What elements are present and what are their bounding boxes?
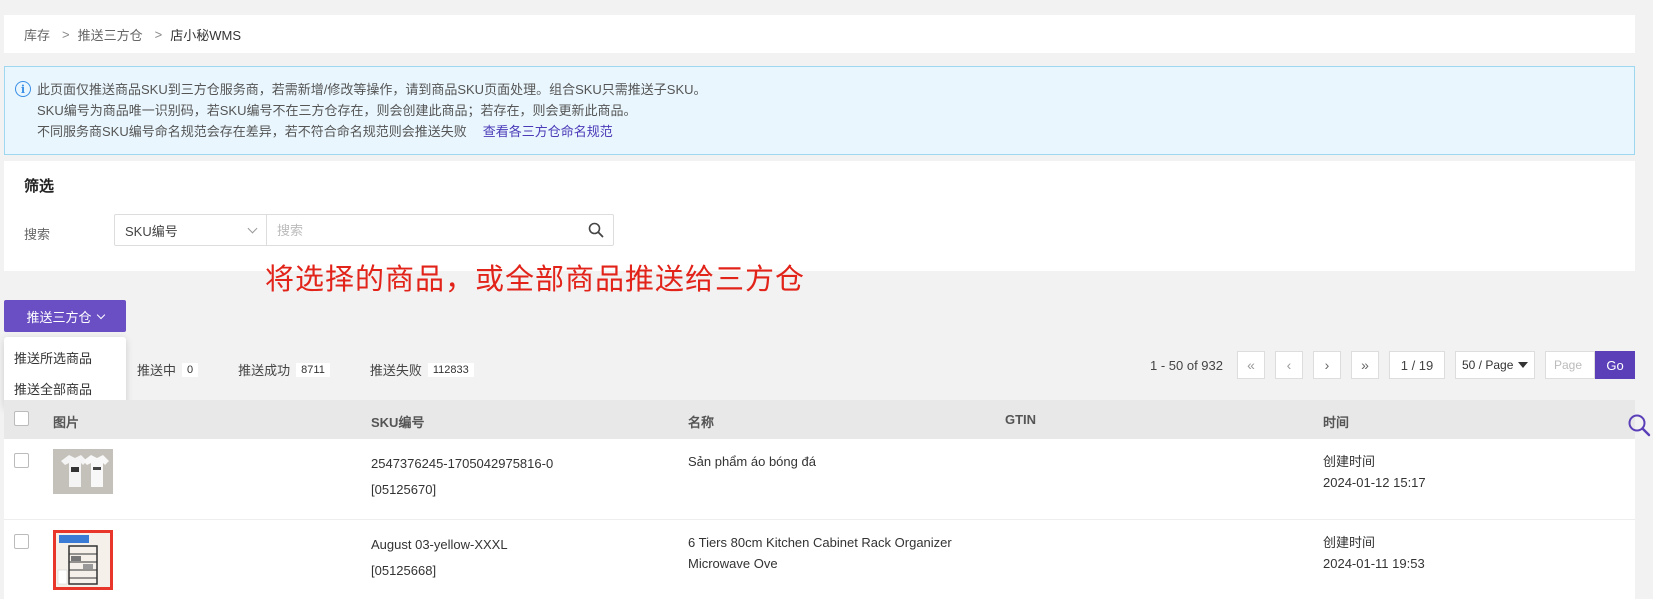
next-page-button[interactable]: › [1313,351,1341,379]
count-badge: 8711 [296,362,330,377]
chevron-left-icon: ‹ [1286,357,1292,373]
product-name: Sản phẩm áo bóng đá [688,454,816,469]
push-button-label: 推送三方仓 [26,309,92,325]
name-cell: 6 Tiers 80cm Kitchen Cabinet Rack Organi… [688,532,988,574]
tab-pushing[interactable]: 推送中 0 [137,360,199,379]
tab-label: 推送失败 [369,363,422,378]
product-name-cont: Microwave Ove [688,556,778,571]
sku-id: [05125668] [371,563,437,578]
tab-label: 推送成功 [238,363,291,378]
time-value: 2024-01-12 15:17 [1323,475,1426,490]
sku-cell: August 03-yellow-XXXL [05125668] [371,532,508,584]
breadcrumb-current: 店小秘WMS [170,27,241,43]
product-name: 6 Tiers 80cm Kitchen Cabinet Rack Organi… [688,535,952,550]
double-chevron-right-icon: » [1361,357,1369,373]
product-thumbnail[interactable] [53,530,113,590]
product-thumbnail[interactable] [53,449,113,494]
tab-label: 推送中 [137,363,177,378]
table-row: 2547376245-1705042975816-0 [05125670] Sả… [4,439,1635,520]
header-image: 图片 [53,415,80,430]
chevron-down-icon [96,310,105,319]
notice-line-3: 不同服务商SKU编号命名规范会存在差异，若不符合命名规范则会推送失败 查看各三方仓… [37,121,1634,142]
filter-panel: 筛选 搜索 SKU编号 [4,161,1635,271]
count-badge: 112833 [427,362,474,377]
header-time: 时间 [1323,415,1350,430]
row-checkbox[interactable] [14,453,29,468]
info-notice: i 此页面仅推送商品SKU到三方仓服务商，若需新增/修改等操作，请到商品SKU页… [4,66,1635,155]
info-icon: i [15,81,31,97]
notice-line-1: 此页面仅推送商品SKU到三方仓服务商，若需新增/修改等操作，请到商品SKU页面处… [37,82,707,97]
sku-table: 图片 SKU编号 名称 GTIN 时间 2547376245-170504297… [4,400,1635,599]
page-range: 1 - 50 of 932 [1150,357,1223,373]
select-all-checkbox[interactable] [14,411,29,426]
first-page-button[interactable]: « [1237,351,1265,379]
breadcrumb: 库存 > 推送三方仓 > 店小秘WMS [4,15,1635,53]
current-page: 1 / 19 [1389,351,1445,379]
naming-rules-link[interactable]: 查看各三方仓命名规范 [483,124,613,139]
sku-code: August 03-yellow-XXXL [371,537,508,552]
double-chevron-left-icon: « [1247,357,1255,373]
table-header: 图片 SKU编号 名称 GTIN 时间 [4,400,1635,439]
prev-page-button[interactable]: ‹ [1275,351,1303,379]
table-row: August 03-yellow-XXXL [05125668] 6 Tiers… [4,520,1635,599]
last-page-button[interactable]: » [1351,351,1379,379]
search-icon[interactable] [1627,413,1651,440]
tab-push-success[interactable]: 推送成功 8711 [238,360,330,379]
breadcrumb-separator: > [154,26,163,42]
search-label: 搜索 [24,227,51,242]
filter-title: 筛选 [24,178,55,195]
search-type-select[interactable]: SKU编号 [115,215,267,245]
chevron-right-icon: › [1324,357,1330,373]
count-badge: 0 [182,362,199,377]
time-label: 创建时间 [1323,535,1376,550]
search-type-value: SKU编号 [125,223,178,239]
search-input[interactable] [267,215,579,245]
caret-down-icon [1518,362,1528,368]
go-button[interactable]: Go [1595,351,1635,379]
notice-line-3-text: 不同服务商SKU编号命名规范会存在差异，若不符合命名规范则会推送失败 [37,124,467,139]
header-name: 名称 [688,415,715,430]
menu-item-push-selected[interactable]: 推送所选商品 [4,343,126,374]
breadcrumb-item-push[interactable]: 推送三方仓 [78,25,143,44]
search-group: SKU编号 [114,214,614,246]
sku-code: 2547376245-1705042975816-0 [371,456,554,471]
header-gtin: GTIN [1005,412,1037,427]
notice-line-2: SKU编号为商品唯一识别码，若SKU编号不在三方仓存在，则会创建此商品；若存在，… [37,103,637,118]
annotation-text: 将选择的商品，或全部商品推送给三方仓 [265,262,806,296]
time-cell: 创建时间 2024-01-11 19:53 [1323,532,1425,574]
row-checkbox[interactable] [14,534,29,549]
status-tabs: 推送中 0 推送成功 8711 推送失败 112833 [137,360,514,379]
breadcrumb-separator: > [62,26,70,42]
push-warehouse-button[interactable]: 推送三方仓 [4,300,126,332]
time-label: 创建时间 [1323,454,1376,469]
page-size-value: 50 / Page [1462,358,1514,372]
breadcrumb-item-inventory[interactable]: 库存 [24,25,50,44]
chevron-down-icon [247,223,258,233]
name-cell: Sản phẩm áo bóng đá [688,451,988,472]
page-jump-input[interactable]: Page [1545,351,1595,379]
search-icon[interactable] [579,215,613,245]
page-size-select[interactable]: 50 / Page [1455,351,1535,379]
header-sku: SKU编号 [371,415,425,430]
sku-id: [05125670] [371,482,437,497]
tab-push-failed[interactable]: 推送失败 112833 [370,360,474,379]
push-dropdown-menu: 推送所选商品 推送全部商品 [4,337,126,407]
time-cell: 创建时间 2024-01-12 15:17 [1323,451,1426,493]
pagination: 1 - 50 of 932 « ‹ › » 1 / 19 50 / Page P… [1150,351,1635,379]
sku-cell: 2547376245-1705042975816-0 [05125670] [371,451,553,503]
time-value: 2024-01-11 19:53 [1323,556,1425,571]
